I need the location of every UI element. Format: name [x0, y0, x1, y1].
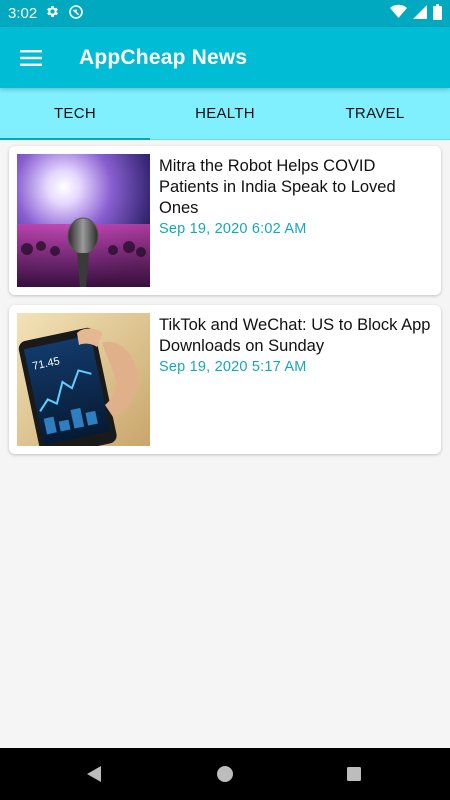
phone-stock-chart-image: 71.45: [17, 313, 150, 446]
article-headline: TikTok and WeChat: US to Block App Downl…: [159, 316, 431, 355]
microphone-concert-image: [17, 154, 150, 287]
home-icon[interactable]: [205, 754, 245, 794]
sync-icon: [68, 4, 84, 24]
hamburger-menu-icon[interactable]: [0, 27, 62, 88]
status-bar: 3:02: [0, 0, 450, 27]
status-time: 3:02: [8, 5, 38, 22]
tab-travel[interactable]: TRAVEL: [300, 88, 450, 139]
article-text: TikTok and WeChat: US to Block App Downl…: [159, 315, 431, 375]
signal-icon: [413, 4, 427, 23]
article-date: Sep 19, 2020 5:17 AM: [159, 359, 307, 375]
article-card[interactable]: 71.45 TikTok and WeChat: US to Block App…: [9, 305, 441, 454]
status-right: [390, 3, 442, 24]
battery-icon: [433, 3, 442, 24]
article-date: Sep 19, 2020 6:02 AM: [159, 221, 307, 237]
article-text: Mitra the Robot Helps COVID Patients in …: [159, 156, 431, 237]
gear-icon: [45, 4, 60, 23]
back-icon[interactable]: [74, 754, 114, 794]
app-title: AppCheap News: [79, 45, 248, 69]
article-card[interactable]: Mitra the Robot Helps COVID Patients in …: [9, 146, 441, 295]
article-list: Mitra the Robot Helps COVID Patients in …: [0, 140, 450, 748]
tab-health[interactable]: HEALTH: [150, 88, 300, 139]
system-nav-bar: [0, 748, 450, 800]
article-headline: Mitra the Robot Helps COVID Patients in …: [159, 157, 396, 217]
status-left: 3:02: [8, 4, 84, 24]
wifi-icon: [390, 4, 407, 23]
category-tabs: TECH HEALTH TRAVEL: [0, 88, 450, 140]
tab-tech[interactable]: TECH: [0, 88, 150, 140]
app-bar: AppCheap News: [0, 27, 450, 88]
recents-icon[interactable]: [334, 754, 374, 794]
